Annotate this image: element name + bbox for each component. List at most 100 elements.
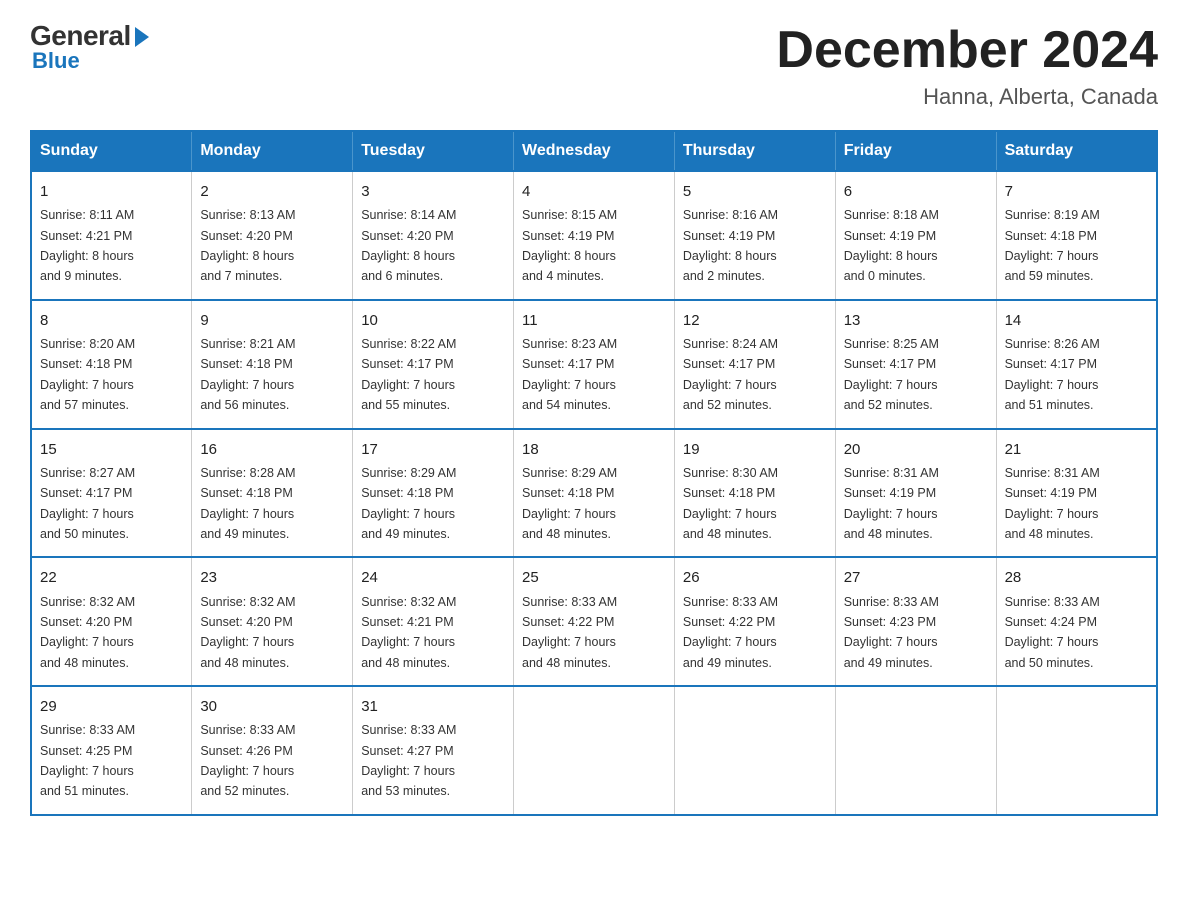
calendar-cell <box>835 686 996 815</box>
day-info: Sunrise: 8:32 AM Sunset: 4:21 PM Dayligh… <box>361 595 456 670</box>
day-number: 16 <box>200 438 344 461</box>
calendar-table: SundayMondayTuesdayWednesdayThursdayFrid… <box>30 130 1158 816</box>
day-info: Sunrise: 8:20 AM Sunset: 4:18 PM Dayligh… <box>40 337 135 412</box>
calendar-cell: 6 Sunrise: 8:18 AM Sunset: 4:19 PM Daylig… <box>835 171 996 300</box>
calendar-cell <box>996 686 1157 815</box>
day-info: Sunrise: 8:18 AM Sunset: 4:19 PM Dayligh… <box>844 208 939 283</box>
calendar-cell: 17 Sunrise: 8:29 AM Sunset: 4:18 PM Dayli… <box>353 429 514 558</box>
day-info: Sunrise: 8:27 AM Sunset: 4:17 PM Dayligh… <box>40 466 135 541</box>
day-of-week-header: Tuesday <box>353 131 514 171</box>
day-info: Sunrise: 8:22 AM Sunset: 4:17 PM Dayligh… <box>361 337 456 412</box>
day-of-week-header: Saturday <box>996 131 1157 171</box>
day-number: 15 <box>40 438 183 461</box>
day-info: Sunrise: 8:15 AM Sunset: 4:19 PM Dayligh… <box>522 208 617 283</box>
location-subtitle: Hanna, Alberta, Canada <box>776 84 1158 110</box>
calendar-week-row: 8 Sunrise: 8:20 AM Sunset: 4:18 PM Daylig… <box>31 300 1157 429</box>
day-of-week-header: Sunday <box>31 131 192 171</box>
calendar-week-row: 22 Sunrise: 8:32 AM Sunset: 4:20 PM Dayli… <box>31 557 1157 686</box>
day-info: Sunrise: 8:19 AM Sunset: 4:18 PM Dayligh… <box>1005 208 1100 283</box>
calendar-cell: 8 Sunrise: 8:20 AM Sunset: 4:18 PM Daylig… <box>31 300 192 429</box>
day-number: 8 <box>40 309 183 332</box>
logo: General Blue <box>30 20 149 74</box>
calendar-body: 1Sunrise: 8:11 AM Sunset: 4:21 PM Daylig… <box>31 171 1157 815</box>
day-info: Sunrise: 8:23 AM Sunset: 4:17 PM Dayligh… <box>522 337 617 412</box>
day-number: 3 <box>361 180 505 203</box>
day-info: Sunrise: 8:32 AM Sunset: 4:20 PM Dayligh… <box>200 595 295 670</box>
day-number: 5 <box>683 180 827 203</box>
day-number: 1 <box>40 180 183 203</box>
calendar-cell: 30 Sunrise: 8:33 AM Sunset: 4:26 PM Dayli… <box>192 686 353 815</box>
day-of-week-header: Thursday <box>674 131 835 171</box>
day-number: 7 <box>1005 180 1148 203</box>
calendar-cell: 3Sunrise: 8:14 AM Sunset: 4:20 PM Daylig… <box>353 171 514 300</box>
calendar-cell: 2Sunrise: 8:13 AM Sunset: 4:20 PM Daylig… <box>192 171 353 300</box>
day-number: 31 <box>361 695 505 718</box>
calendar-cell: 28 Sunrise: 8:33 AM Sunset: 4:24 PM Dayli… <box>996 557 1157 686</box>
calendar-cell: 11 Sunrise: 8:23 AM Sunset: 4:17 PM Dayli… <box>514 300 675 429</box>
day-info: Sunrise: 8:33 AM Sunset: 4:26 PM Dayligh… <box>200 723 295 798</box>
calendar-cell: 13 Sunrise: 8:25 AM Sunset: 4:17 PM Dayli… <box>835 300 996 429</box>
calendar-cell: 16 Sunrise: 8:28 AM Sunset: 4:18 PM Dayli… <box>192 429 353 558</box>
calendar-cell: 9 Sunrise: 8:21 AM Sunset: 4:18 PM Daylig… <box>192 300 353 429</box>
day-number: 24 <box>361 566 505 589</box>
day-number: 9 <box>200 309 344 332</box>
calendar-cell: 19Sunrise: 8:30 AM Sunset: 4:18 PM Dayli… <box>674 429 835 558</box>
calendar-cell <box>674 686 835 815</box>
day-number: 27 <box>844 566 988 589</box>
logo-blue-text: Blue <box>32 48 80 74</box>
calendar-cell: 18 Sunrise: 8:29 AM Sunset: 4:18 PM Dayli… <box>514 429 675 558</box>
calendar-cell: 10 Sunrise: 8:22 AM Sunset: 4:17 PM Dayli… <box>353 300 514 429</box>
calendar-cell: 26Sunrise: 8:33 AM Sunset: 4:22 PM Dayli… <box>674 557 835 686</box>
calendar-header: SundayMondayTuesdayWednesdayThursdayFrid… <box>31 131 1157 171</box>
day-number: 22 <box>40 566 183 589</box>
calendar-cell: 7 Sunrise: 8:19 AM Sunset: 4:18 PM Daylig… <box>996 171 1157 300</box>
day-info: Sunrise: 8:16 AM Sunset: 4:19 PM Dayligh… <box>683 208 778 283</box>
day-of-week-header: Friday <box>835 131 996 171</box>
day-info: Sunrise: 8:33 AM Sunset: 4:22 PM Dayligh… <box>522 595 617 670</box>
day-info: Sunrise: 8:25 AM Sunset: 4:17 PM Dayligh… <box>844 337 939 412</box>
day-number: 23 <box>200 566 344 589</box>
day-of-week-header: Wednesday <box>514 131 675 171</box>
day-number: 18 <box>522 438 666 461</box>
day-info: Sunrise: 8:21 AM Sunset: 4:18 PM Dayligh… <box>200 337 295 412</box>
day-number: 21 <box>1005 438 1148 461</box>
calendar-week-row: 15 Sunrise: 8:27 AM Sunset: 4:17 PM Dayli… <box>31 429 1157 558</box>
day-number: 28 <box>1005 566 1148 589</box>
day-info: Sunrise: 8:33 AM Sunset: 4:25 PM Dayligh… <box>40 723 135 798</box>
calendar-cell: 27Sunrise: 8:33 AM Sunset: 4:23 PM Dayli… <box>835 557 996 686</box>
day-info: Sunrise: 8:31 AM Sunset: 4:19 PM Dayligh… <box>844 466 939 541</box>
calendar-cell: 20Sunrise: 8:31 AM Sunset: 4:19 PM Dayli… <box>835 429 996 558</box>
day-number: 10 <box>361 309 505 332</box>
day-info: Sunrise: 8:28 AM Sunset: 4:18 PM Dayligh… <box>200 466 295 541</box>
day-number: 25 <box>522 566 666 589</box>
day-info: Sunrise: 8:32 AM Sunset: 4:20 PM Dayligh… <box>40 595 135 670</box>
calendar-cell: 15 Sunrise: 8:27 AM Sunset: 4:17 PM Dayli… <box>31 429 192 558</box>
day-number: 4 <box>522 180 666 203</box>
calendar-cell: 14Sunrise: 8:26 AM Sunset: 4:17 PM Dayli… <box>996 300 1157 429</box>
day-number: 14 <box>1005 309 1148 332</box>
calendar-cell: 1Sunrise: 8:11 AM Sunset: 4:21 PM Daylig… <box>31 171 192 300</box>
title-section: December 2024 Hanna, Alberta, Canada <box>776 20 1158 110</box>
day-number: 30 <box>200 695 344 718</box>
calendar-cell: 12 Sunrise: 8:24 AM Sunset: 4:17 PM Dayli… <box>674 300 835 429</box>
day-info: Sunrise: 8:24 AM Sunset: 4:17 PM Dayligh… <box>683 337 778 412</box>
day-info: Sunrise: 8:33 AM Sunset: 4:24 PM Dayligh… <box>1005 595 1100 670</box>
day-info: Sunrise: 8:30 AM Sunset: 4:18 PM Dayligh… <box>683 466 778 541</box>
page-header: General Blue December 2024 Hanna, Albert… <box>30 20 1158 110</box>
day-of-week-header: Monday <box>192 131 353 171</box>
calendar-cell: 5 Sunrise: 8:16 AM Sunset: 4:19 PM Daylig… <box>674 171 835 300</box>
day-info: Sunrise: 8:33 AM Sunset: 4:27 PM Dayligh… <box>361 723 456 798</box>
calendar-cell: 31 Sunrise: 8:33 AM Sunset: 4:27 PM Dayli… <box>353 686 514 815</box>
day-number: 17 <box>361 438 505 461</box>
day-number: 29 <box>40 695 183 718</box>
day-info: Sunrise: 8:33 AM Sunset: 4:22 PM Dayligh… <box>683 595 778 670</box>
day-info: Sunrise: 8:31 AM Sunset: 4:19 PM Dayligh… <box>1005 466 1100 541</box>
day-number: 12 <box>683 309 827 332</box>
calendar-cell: 29 Sunrise: 8:33 AM Sunset: 4:25 PM Dayli… <box>31 686 192 815</box>
day-info: Sunrise: 8:29 AM Sunset: 4:18 PM Dayligh… <box>361 466 456 541</box>
day-number: 13 <box>844 309 988 332</box>
day-number: 2 <box>200 180 344 203</box>
day-number: 6 <box>844 180 988 203</box>
day-info: Sunrise: 8:29 AM Sunset: 4:18 PM Dayligh… <box>522 466 617 541</box>
day-number: 11 <box>522 309 666 332</box>
